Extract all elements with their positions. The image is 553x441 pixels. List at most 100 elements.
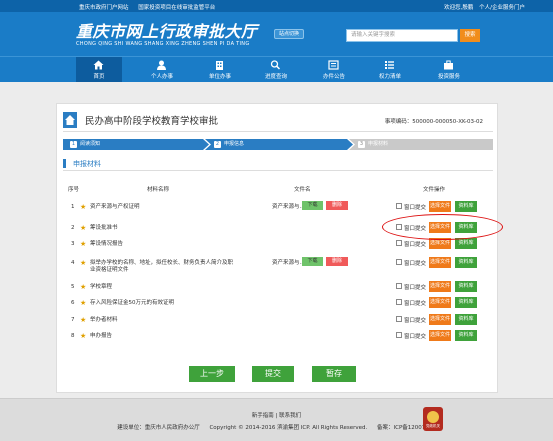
- library-button[interactable]: 资料库: [455, 314, 477, 325]
- nav-investment[interactable]: 投资服务: [426, 57, 472, 82]
- select-file-button[interactable]: 选择文件: [429, 201, 451, 212]
- material-name: 筹设批准书: [90, 225, 118, 231]
- nav-power-list[interactable]: 权力清单: [367, 57, 413, 82]
- submit-button[interactable]: 提交: [252, 366, 294, 382]
- row-seq: 8: [71, 333, 75, 339]
- row-seq: 1: [71, 204, 75, 210]
- select-file-button[interactable]: 选择文件: [429, 330, 451, 341]
- investment-platform-link[interactable]: 国家投资项目在线审批监管平台: [138, 5, 215, 11]
- service-portal-link[interactable]: 个人/企业服务门户: [479, 5, 525, 11]
- search-icon: [270, 60, 281, 70]
- counter-submit-label: 窗口提交: [404, 242, 427, 248]
- section-header: 申报材料: [63, 157, 493, 171]
- step-number: 3: [358, 141, 365, 148]
- briefcase-icon: [444, 60, 453, 70]
- step-bar: [63, 139, 493, 150]
- library-button[interactable]: 资料库: [455, 257, 477, 268]
- save-draft-button[interactable]: 暂存: [312, 366, 356, 382]
- library-button[interactable]: 资料库: [455, 201, 477, 212]
- material-name: 申办报告: [90, 333, 113, 339]
- counter-submit-label: 窗口提交: [404, 205, 427, 211]
- notice-icon: [328, 60, 339, 70]
- library-button[interactable]: 资料库: [455, 330, 477, 341]
- counter-submit-label: 窗口提交: [404, 318, 427, 324]
- person-icon: [157, 60, 166, 70]
- home-icon: [93, 60, 104, 70]
- star-icon: ★: [80, 240, 87, 248]
- select-file-button[interactable]: 选择文件: [429, 314, 451, 325]
- step-label: 阅读须知: [80, 141, 101, 147]
- table-row: 8 ★ 申办报告 窗口提交 选择文件 资料库: [62, 328, 492, 346]
- counter-submit-checkbox[interactable]: [396, 316, 402, 322]
- file-name: 资产来源与...: [272, 260, 305, 266]
- search-input[interactable]: 请输入关键字搜索: [346, 29, 458, 42]
- counter-submit-checkbox[interactable]: [396, 332, 402, 338]
- section-title: 申报材料: [73, 160, 101, 168]
- material-name: 拟举办学校的名称、地址，拟任校长、财务负责人简介及职业资格证明文件: [90, 260, 234, 273]
- badge-emblem: [427, 411, 439, 423]
- counter-submit-checkbox[interactable]: [396, 259, 402, 265]
- select-file-button[interactable]: 选择文件: [429, 297, 451, 308]
- material-name: 举办者材料: [90, 317, 118, 323]
- nav-progress[interactable]: 进度查询: [253, 57, 299, 82]
- top-links: 重庆市政府门户网站 国家投资项目在线审批监管平台: [79, 3, 223, 11]
- main-nav: 首页 个人办事 单位办事 进度查询 办件公告 权力清单 投资服务: [0, 56, 553, 82]
- counter-submit-label: 窗口提交: [404, 301, 427, 307]
- footer-separator: |: [275, 413, 278, 419]
- row-seq: 5: [71, 284, 75, 290]
- gov-portal-link[interactable]: 重庆市政府门户网站: [79, 5, 129, 11]
- guide-link[interactable]: 新手指南: [252, 413, 274, 419]
- step-label: 申报信息: [224, 141, 245, 147]
- download-button[interactable]: 下载: [302, 201, 323, 210]
- page-title: 民办高中阶段学校教育学校审批: [85, 116, 219, 127]
- search-button[interactable]: 搜索: [460, 29, 480, 42]
- contact-link[interactable]: 联系我们: [279, 413, 301, 419]
- step-label: 申报材料: [368, 141, 389, 147]
- step-number: 2: [214, 141, 221, 148]
- site-footer: 新手指南 | 联系我们 建设单位：重庆市人民政府办公厅 Copyright © …: [0, 398, 553, 441]
- row-seq: 6: [71, 300, 75, 306]
- nav-personal[interactable]: 个人办事: [139, 57, 185, 82]
- nav-label: 首页: [93, 74, 105, 80]
- counter-submit-checkbox[interactable]: [396, 240, 402, 246]
- house-icon: [63, 112, 77, 128]
- material-name: 资产来源与产权证明: [90, 204, 140, 210]
- nav-home[interactable]: 首页: [76, 57, 122, 82]
- library-button[interactable]: 资料库: [455, 297, 477, 308]
- select-file-button[interactable]: 选择文件: [429, 257, 451, 268]
- star-icon: ★: [80, 332, 87, 340]
- nav-label: 单位办事: [208, 74, 231, 80]
- nav-label: 投资服务: [437, 74, 460, 80]
- nav-label: 办件公告: [322, 74, 345, 80]
- library-button[interactable]: 资料库: [455, 238, 477, 249]
- prev-button[interactable]: 上一步: [189, 366, 235, 382]
- counter-submit-checkbox[interactable]: [396, 283, 402, 289]
- col-name: 材料名称: [147, 187, 170, 193]
- row-seq: 2: [71, 225, 75, 231]
- counter-submit-label: 窗口提交: [404, 261, 427, 267]
- site-logo[interactable]: 重庆市网上行政审批大厅: [76, 18, 258, 42]
- nav-announcements[interactable]: 办件公告: [311, 57, 357, 82]
- list-icon: [385, 61, 394, 69]
- site-switch-button[interactable]: 站点切换: [274, 29, 304, 39]
- counter-submit-checkbox[interactable]: [396, 203, 402, 209]
- highlight-annotation: [382, 214, 503, 240]
- download-button[interactable]: 下载: [302, 257, 323, 266]
- row-seq: 3: [71, 241, 75, 247]
- col-seq: 序号: [68, 187, 80, 193]
- copyright-text: Copyright © 2014-2016 滨渝集团 ICP. All Righ…: [209, 425, 368, 431]
- delete-button[interactable]: 删除: [326, 201, 348, 210]
- top-user: 欢迎您,殷鹏 个人/企业服务门户: [440, 3, 525, 11]
- counter-submit-label: 窗口提交: [404, 285, 427, 291]
- gov-badge-icon[interactable]: 党政机关: [423, 407, 443, 431]
- row-seq: 4: [71, 260, 75, 266]
- library-button[interactable]: 资料库: [455, 281, 477, 292]
- counter-submit-checkbox[interactable]: [396, 299, 402, 305]
- footer-copyright: 建设单位：重庆市人民政府办公厅 Copyright © 2014-2016 滨渝…: [0, 423, 553, 431]
- delete-button[interactable]: 删除: [326, 257, 348, 266]
- select-file-button[interactable]: 选择文件: [429, 281, 451, 292]
- nav-organization[interactable]: 单位办事: [197, 57, 243, 82]
- star-icon: ★: [80, 224, 87, 232]
- table-row: 6 ★ 存入风险保证金50万元的有效证明 窗口提交 选择文件 资料库: [62, 295, 492, 313]
- building-icon: [216, 61, 223, 70]
